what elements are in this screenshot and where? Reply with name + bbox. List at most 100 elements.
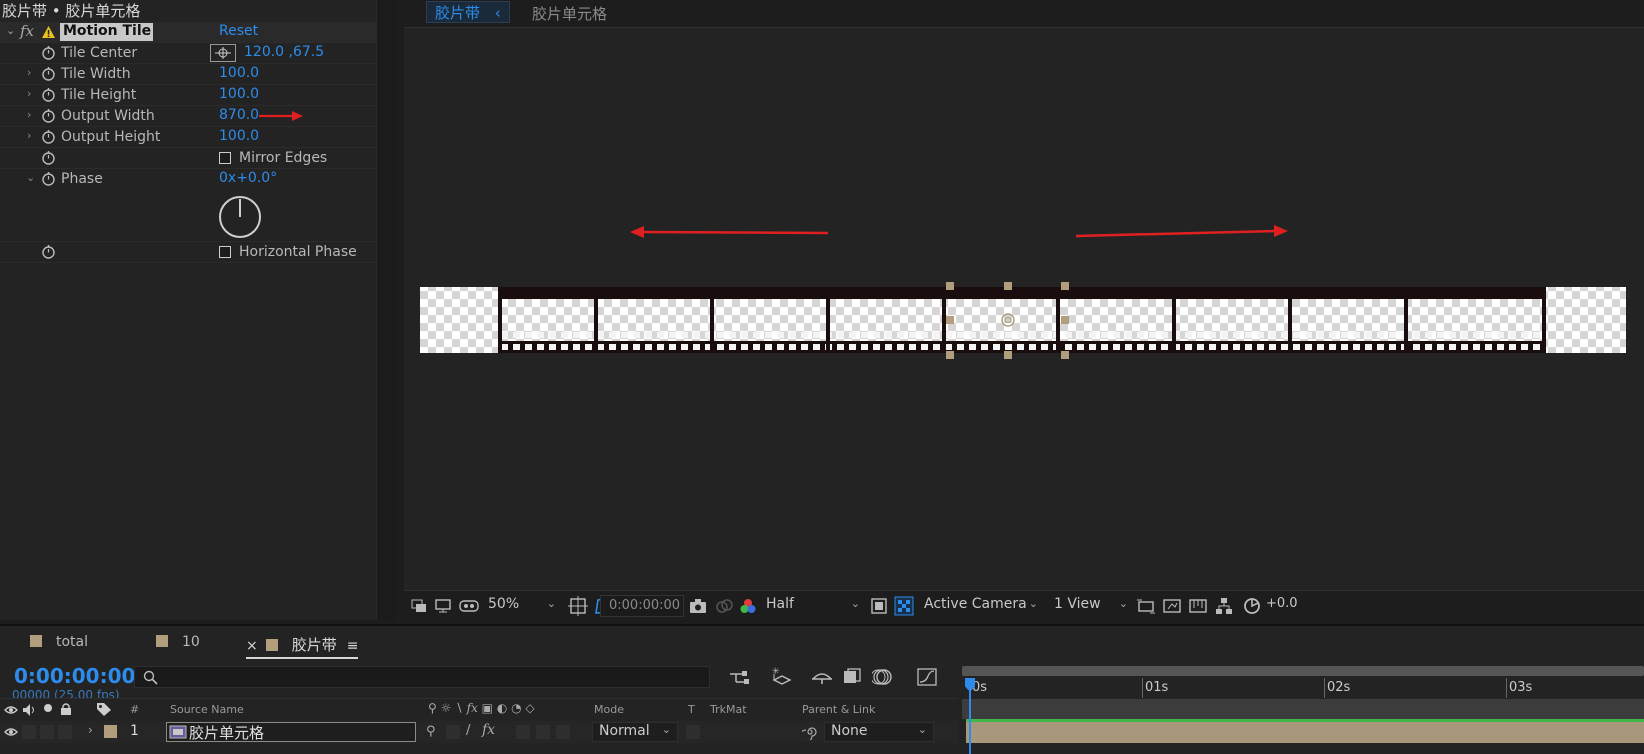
eye-icon[interactable]	[4, 704, 18, 716]
region-of-interest-icon[interactable]	[870, 597, 888, 615]
stopwatch-icon[interactable]	[41, 171, 56, 186]
speaker-icon[interactable]	[22, 703, 36, 717]
fx-toggle[interactable]: fx	[20, 22, 34, 40]
reset-exposure-icon[interactable]	[1242, 596, 1262, 616]
shy-switch-icon[interactable]: ⚲	[426, 724, 436, 739]
expand-twirl-icon[interactable]: ›	[27, 108, 31, 121]
tab-total[interactable]: total	[30, 634, 88, 650]
current-time-field[interactable]: 0:00:00:00	[600, 595, 684, 617]
layer-row[interactable]: › 1 胶片单元格 ⚲ / fx Normal ⌄ None ⌄	[0, 721, 958, 743]
preview-layers-icon[interactable]	[410, 597, 428, 615]
motion-blur-switch[interactable]	[536, 725, 550, 739]
stopwatch-icon[interactable]	[41, 244, 56, 259]
tab-filmstrip-comp[interactable]: 胶片带 ‹	[426, 1, 510, 23]
pickwhip-icon[interactable]	[802, 724, 818, 740]
parent-dropdown[interactable]: None ⌄	[824, 722, 934, 742]
snapshot-camera-icon[interactable]	[688, 597, 708, 615]
frame-blending-icon[interactable]	[842, 667, 864, 687]
tile-height-value[interactable]: 100.0	[219, 86, 259, 102]
output-width-value[interactable]: 870.0	[219, 107, 259, 123]
eye-icon[interactable]	[4, 726, 18, 738]
layer-duration-bar[interactable]	[966, 722, 1644, 743]
collapse-switch[interactable]	[446, 725, 460, 739]
stopwatch-icon[interactable]	[41, 129, 56, 144]
expand-twirl-icon[interactable]: ›	[27, 66, 31, 79]
audio-toggle[interactable]	[22, 725, 36, 739]
expand-twirl-icon[interactable]: ›	[27, 129, 31, 142]
quality-switch-icon[interactable]: /	[466, 723, 470, 738]
transparency-grid-icon[interactable]	[894, 596, 914, 616]
horizontal-phase-checkbox[interactable]	[219, 246, 231, 258]
tile-width-value[interactable]: 100.0	[219, 65, 259, 81]
color-channels-icon[interactable]	[738, 596, 758, 616]
phase-dial[interactable]	[218, 195, 262, 239]
tile-center-value[interactable]: 120.0 ,67.5	[244, 44, 324, 60]
preserve-transparency-toggle[interactable]	[686, 725, 700, 739]
timeline-graph-area[interactable]: 0s 01s 02s 03s	[962, 662, 1644, 754]
stopwatch-icon[interactable]	[41, 87, 56, 102]
red-arrow-right-annotation	[1075, 225, 1288, 238]
expand-twirl-icon[interactable]: ›	[27, 87, 31, 100]
toggle-pixel-aspect-icon[interactable]	[1136, 597, 1156, 615]
fast-previews-icon[interactable]	[1162, 597, 1182, 615]
frame-blend-switch[interactable]	[516, 725, 530, 739]
stopwatch-icon[interactable]	[41, 150, 56, 165]
exposure-value[interactable]: +0.0	[1266, 596, 1298, 616]
collapse-twirl-icon[interactable]: ⌄	[6, 24, 15, 37]
tab-10[interactable]: 10	[156, 634, 200, 650]
solo-toggle[interactable]	[40, 725, 54, 739]
reset-link[interactable]: Reset	[219, 23, 258, 39]
chevron-left-icon[interactable]: ‹	[495, 4, 501, 22]
layer-search-input[interactable]	[134, 666, 710, 688]
tab-film-cell-comp[interactable]: 胶片单元格	[532, 3, 607, 24]
label-color-swatch[interactable]	[104, 725, 117, 738]
zoom-dropdown[interactable]: 50% ⌄	[488, 596, 558, 616]
phase-value[interactable]: 0x+0.0°	[219, 170, 277, 186]
solo-icon[interactable]	[44, 704, 52, 712]
filmstrip-layer-preview[interactable]	[420, 275, 1626, 365]
crosshair-point-icon[interactable]	[210, 44, 236, 62]
resolution-dropdown[interactable]: Half ⌄	[766, 596, 862, 616]
current-time-display[interactable]: 0:00:00:00	[14, 664, 135, 688]
column-number: #	[130, 703, 140, 716]
layer-name-field[interactable]: 胶片单元格	[166, 722, 416, 742]
timeline-toggle-icon[interactable]	[1188, 596, 1208, 616]
collapse-twirl-icon[interactable]: ⌄	[26, 171, 35, 184]
effect-controls-scrollbar[interactable]	[376, 0, 396, 620]
time-ruler[interactable]: 0s 01s 02s 03s	[962, 678, 1644, 698]
stopwatch-icon[interactable]	[41, 108, 56, 123]
graph-editor-icon[interactable]	[916, 667, 938, 687]
lock-icon[interactable]	[60, 702, 72, 716]
monitor-icon[interactable]	[434, 597, 452, 615]
effects-switch-icon[interactable]: fx	[482, 722, 495, 738]
tab-filmstrip[interactable]: × 胶片带 ≡	[246, 634, 359, 659]
camera-dropdown[interactable]: Active Camera ⌄	[924, 596, 1040, 616]
show-snapshot-icon[interactable]	[714, 597, 734, 615]
hide-shy-layers-icon[interactable]	[810, 667, 834, 687]
effect-header-row[interactable]: ⌄ fx Motion Tile Reset	[0, 22, 376, 43]
playhead-line[interactable]	[969, 690, 971, 754]
lock-toggle[interactable]	[58, 725, 72, 739]
output-height-value[interactable]: 100.0	[219, 128, 259, 144]
work-area-bar[interactable]	[962, 666, 1644, 676]
column-source-name[interactable]: Source Name	[170, 703, 244, 716]
panel-menu-icon[interactable]: ≡	[347, 638, 359, 654]
expand-twirl-icon[interactable]: ›	[88, 723, 93, 737]
mirror-edges-checkbox[interactable]	[219, 152, 231, 164]
flowchart-icon[interactable]	[1214, 596, 1234, 616]
ruler-tick	[1142, 678, 1143, 698]
view-layout-dropdown[interactable]: 1 View ⌄	[1054, 596, 1130, 616]
stopwatch-icon[interactable]	[41, 66, 56, 81]
3d-layer-switch[interactable]	[556, 725, 570, 739]
composition-mini-flowchart-icon[interactable]	[728, 668, 750, 688]
label-tag-icon[interactable]	[96, 702, 112, 716]
mask-view-icon[interactable]	[458, 597, 480, 615]
effect-name[interactable]: Motion Tile	[60, 23, 153, 41]
stopwatch-icon[interactable]	[41, 45, 56, 60]
motion-blur-icon[interactable]	[872, 667, 894, 687]
draft-3d-icon[interactable]: ✳	[770, 666, 794, 688]
close-icon[interactable]: ×	[246, 638, 258, 654]
safe-area-grid-icon[interactable]	[568, 596, 588, 616]
blend-mode-dropdown[interactable]: Normal ⌄	[592, 722, 678, 742]
composition-canvas[interactable]	[404, 28, 1644, 588]
